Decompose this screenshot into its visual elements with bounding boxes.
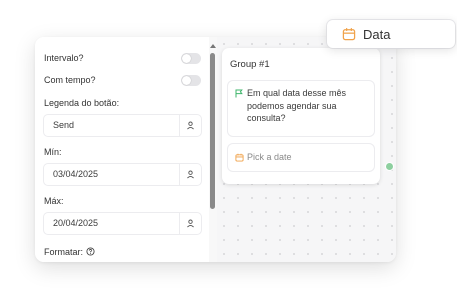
calendar-icon [342, 28, 356, 41]
flow-canvas[interactable]: Group #1 Em qual data desse mês podemos … [217, 37, 396, 262]
date-block-chip[interactable]: Data [327, 20, 455, 48]
group-block[interactable]: Group #1 Em qual data desse mês podemos … [222, 48, 393, 184]
with-time-toggle[interactable] [181, 75, 201, 86]
min-label: Mín: [44, 147, 62, 157]
date-block-label: Data [363, 27, 391, 42]
properties-scrollbar[interactable] [209, 37, 217, 262]
text-bubble-block[interactable]: Em qual data desse mês podemos agendar s… [228, 81, 374, 136]
user-icon [187, 121, 194, 130]
max-variable-button[interactable] [179, 213, 201, 234]
button-caption-field[interactable]: Send [44, 115, 201, 136]
toggle-knob [182, 76, 191, 85]
max-date-value: 20/04/2025 [53, 218, 99, 228]
bubble-message: Em qual data desse mês podemos agendar s… [247, 88, 347, 123]
max-label: Máx: [44, 196, 64, 206]
connector-dot[interactable] [386, 163, 393, 170]
button-caption-label: Legenda do botão: [44, 98, 120, 108]
scroll-thumb[interactable] [210, 53, 215, 209]
editor-card: Intervalo? Com tempo? Legenda do botão: … [35, 37, 396, 262]
scroll-up-arrow-icon[interactable] [210, 44, 216, 48]
user-icon [187, 170, 194, 179]
help-circle-icon[interactable] [85, 247, 95, 256]
button-caption-value: Send [53, 120, 75, 130]
date-placeholder: Pick a date [247, 152, 292, 162]
min-date-field[interactable]: 03/04/2025 [44, 164, 201, 185]
user-icon [187, 219, 194, 228]
min-date-value: 03/04/2025 [53, 169, 99, 179]
with-time-label: Com tempo? [44, 75, 96, 85]
interval-label: Intervalo? [44, 53, 84, 63]
format-label-row: Formatar: [44, 247, 95, 258]
format-label: Formatar: [44, 247, 84, 257]
calendar-icon [235, 153, 244, 162]
min-variable-button[interactable] [179, 164, 201, 185]
flag-icon [235, 89, 243, 98]
properties-panel: Intervalo? Com tempo? Legenda do botão: … [35, 37, 209, 262]
group-title: Group #1 [230, 59, 270, 70]
max-date-field[interactable]: 20/04/2025 [44, 213, 201, 234]
date-input-block[interactable]: Pick a date [228, 144, 374, 171]
interval-toggle[interactable] [181, 53, 201, 64]
toggle-knob [182, 54, 191, 63]
button-caption-variable-button[interactable] [179, 115, 201, 136]
